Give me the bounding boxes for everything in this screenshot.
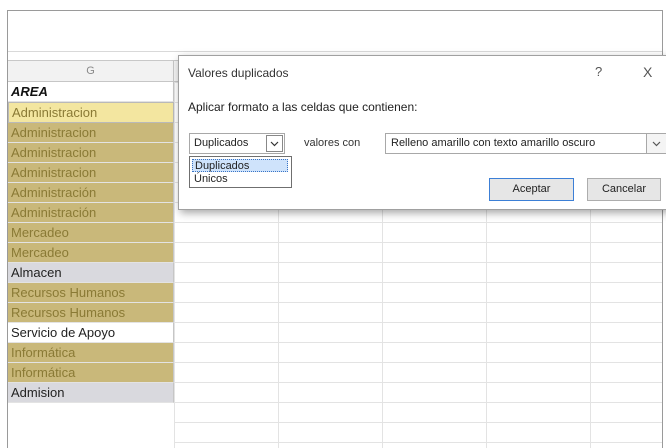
cell[interactable]: Informática [8, 363, 174, 383]
duplicate-type-options: Duplicados Únicos [189, 156, 292, 188]
cell[interactable]: Admision [8, 383, 174, 403]
connector-label: valores con [304, 137, 361, 149]
help-icon[interactable]: ? [595, 64, 602, 79]
cell[interactable]: Almacen [8, 263, 174, 283]
cell[interactable]: Mercadeo [8, 243, 174, 263]
cell[interactable]: Administracion [8, 163, 174, 183]
close-icon[interactable]: X [643, 64, 652, 80]
duplicate-type-select[interactable]: Duplicados [189, 133, 285, 154]
format-value: Relleno amarillo con texto amarillo oscu… [391, 137, 596, 149]
cell[interactable]: Administracion [8, 123, 174, 143]
cell[interactable]: Administración [8, 183, 174, 203]
cell[interactable]: Recursos Humanos [8, 283, 174, 303]
duplicate-type-value: Duplicados [194, 137, 249, 149]
divider [8, 51, 662, 52]
cell[interactable]: Informática [8, 343, 174, 363]
duplicate-values-dialog: Valores duplicados ? X Aplicar formato a… [178, 55, 666, 210]
cell[interactable]: Servicio de Apoyo [8, 323, 174, 343]
cell[interactable]: Administración [8, 203, 174, 223]
option-duplicados[interactable]: Duplicados [192, 159, 288, 172]
ribbon-area [8, 11, 662, 51]
dialog-title: Valores duplicados [188, 66, 289, 80]
ok-button[interactable]: Aceptar [489, 178, 574, 201]
dialog-instruction: Aplicar formato a las celdas que contien… [188, 100, 418, 114]
chevron-down-icon[interactable] [646, 134, 666, 153]
column-title-cell[interactable]: AREA [8, 82, 174, 102]
cell[interactable]: Recursos Humanos [8, 303, 174, 323]
option-unicos[interactable]: Únicos [192, 173, 228, 186]
chevron-down-icon[interactable] [266, 135, 283, 152]
column-header-g[interactable]: G [8, 61, 174, 82]
cell[interactable]: Administracion [8, 102, 174, 123]
format-select[interactable]: Relleno amarillo con texto amarillo oscu… [385, 133, 666, 154]
cancel-button[interactable]: Cancelar [587, 178, 661, 201]
cell[interactable]: Mercadeo [8, 223, 174, 243]
column-g-cells: AREA Administracion Administracion Administ… [8, 82, 174, 403]
cell[interactable]: Administracion [8, 143, 174, 163]
